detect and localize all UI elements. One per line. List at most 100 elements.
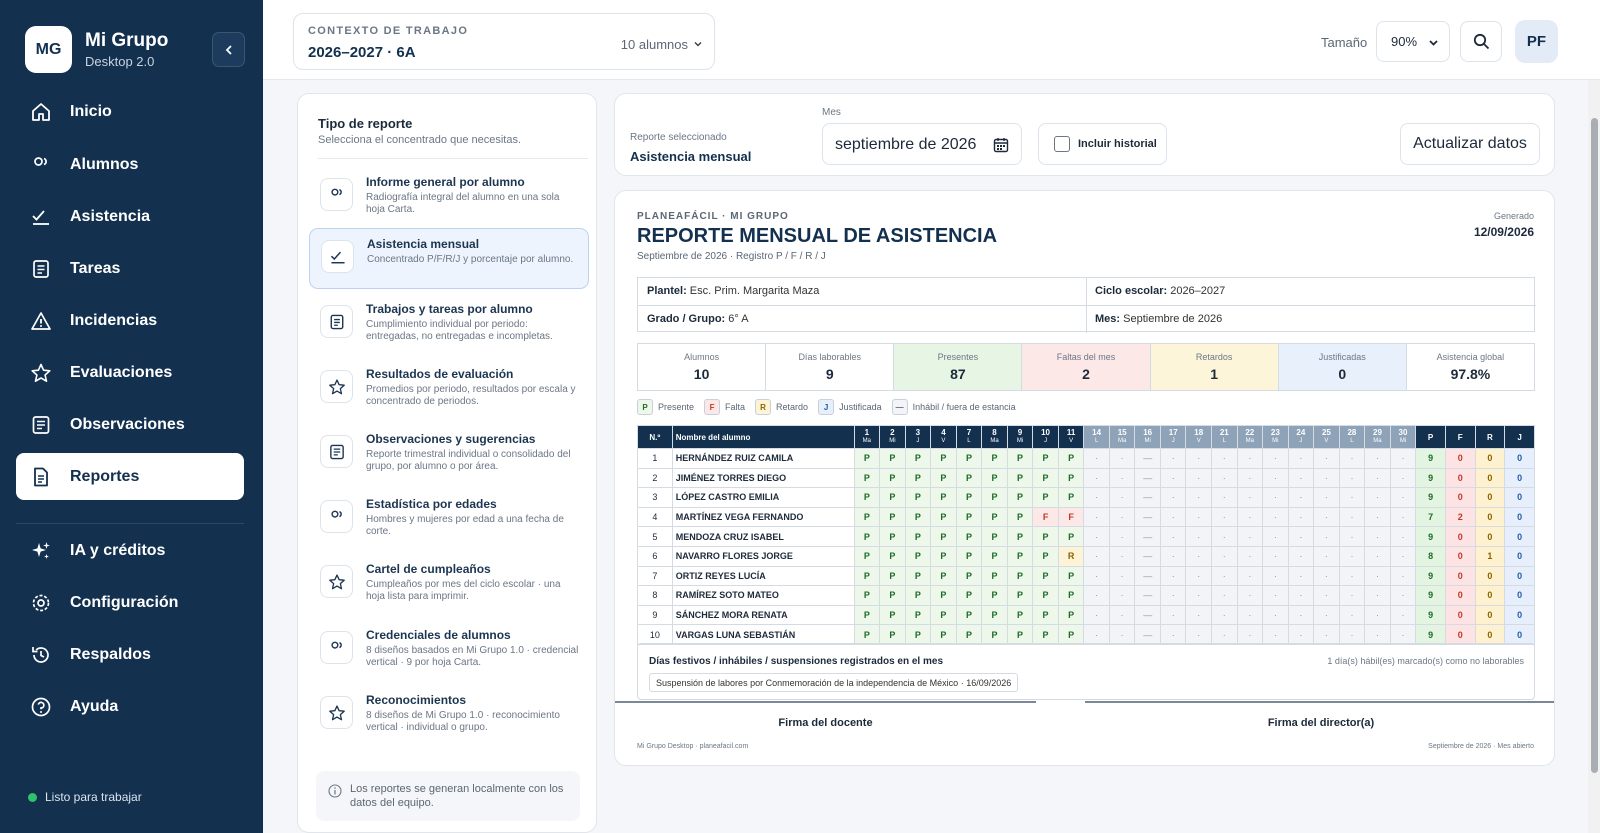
nav-item-1[interactable]: Alumnos xyxy=(16,141,244,188)
brand: MG Mi Grupo Desktop 2.0 xyxy=(25,26,168,73)
attendance-mark: P xyxy=(1006,624,1034,645)
legend-item: P Presente xyxy=(637,399,694,415)
home-icon xyxy=(32,102,50,121)
empty-mark: · xyxy=(1338,624,1366,645)
attendance-mark: P xyxy=(1057,487,1085,508)
student-name: VARGAS LUNA SEBASTIÁN xyxy=(671,624,855,645)
nav-item-4[interactable]: Incidencias xyxy=(16,297,244,344)
attendance-mark: P xyxy=(981,545,1008,567)
nav-label: Asistencia xyxy=(70,207,151,225)
attendance-mark: P xyxy=(930,565,957,587)
nav-item-3[interactable]: Tareas xyxy=(16,245,244,292)
nav-item-2[interactable]: Asistencia xyxy=(16,193,244,240)
report-types-panel: Tipo de reporte Selecciona el concentrad… xyxy=(297,93,597,833)
sum-header: F xyxy=(1444,425,1476,449)
nav-label: Incidencias xyxy=(70,311,158,329)
report-type-item[interactable]: Cartel de cumpleaños Cumpleaños por mes d… xyxy=(309,554,589,615)
app-logo: MG xyxy=(25,26,72,73)
attendance-mark: P xyxy=(955,565,983,587)
empty-mark: · xyxy=(1159,506,1187,528)
attendance-mark: P xyxy=(955,585,983,606)
month-value: septiembre de 2026 xyxy=(835,136,977,153)
nav-item-10[interactable]: Respaldos xyxy=(16,631,244,678)
sum-justified: 0 xyxy=(1504,624,1535,645)
table-row: 2 JIMÉNEZ TORRES DIEGO P P P P P P P P P · · — · · · · · · ·… xyxy=(637,467,1535,489)
check-list-icon xyxy=(32,209,49,225)
report-type-desc: Hombres y mujeres por edad a una fecha d… xyxy=(366,514,564,537)
search-icon xyxy=(1473,33,1489,50)
nav-item-6[interactable]: Observaciones xyxy=(16,401,244,448)
app-version: Desktop 2.0 xyxy=(85,54,155,69)
attendance-mark: P xyxy=(1057,448,1085,469)
search-button[interactable] xyxy=(1460,21,1502,62)
status-text: Listo para trabajar xyxy=(45,790,142,804)
report-type-item[interactable]: Observaciones y sugerencias Reporte trime… xyxy=(309,424,589,485)
empty-mark: · xyxy=(1287,585,1315,606)
table-row: 5 MENDOZA CRUZ ISABEL P P P P P P P P P · · — · · · · · · · ·… xyxy=(637,526,1535,547)
nav-item-11[interactable]: Ayuda xyxy=(16,683,244,730)
nav-item-0[interactable]: Inicio xyxy=(16,88,244,135)
attendance-mark: P xyxy=(930,506,957,528)
table-row: 1 HERNÁNDEZ RUIZ CAMILA P P P P P P P P P · · — · · · · · ·… xyxy=(637,448,1535,469)
legend-label: Retardo xyxy=(776,402,809,412)
empty-mark: · xyxy=(1108,565,1136,587)
day-header: 9 Mi xyxy=(1006,425,1034,449)
status-dot xyxy=(28,792,37,802)
attendance-mark: P xyxy=(1057,585,1085,606)
user-avatar[interactable]: PF xyxy=(1515,20,1558,63)
empty-mark: · xyxy=(1364,526,1391,547)
day-header: 14 L xyxy=(1083,425,1110,449)
empty-mark: · xyxy=(1262,604,1289,626)
divider xyxy=(318,158,588,159)
sum-late: 0 xyxy=(1474,487,1506,508)
empty-mark: · xyxy=(1364,604,1391,626)
report-type-item[interactable]: Informe general por alumno Radiografía in… xyxy=(309,167,589,228)
context-selector[interactable]: CONTEXTO DE TRABAJO 2026–2027 · 6A 10 al… xyxy=(293,13,715,70)
attendance-mark: P xyxy=(955,487,983,508)
row-number: 4 xyxy=(637,506,673,528)
attendance-mark: P xyxy=(1006,526,1034,547)
nav-divider xyxy=(16,523,244,524)
student-name: LÓPEZ CASTRO EMILIA xyxy=(671,487,855,508)
nav-item-8[interactable]: IA y créditos xyxy=(16,527,244,574)
checkbox-box[interactable] xyxy=(1054,136,1070,152)
empty-mark: · xyxy=(1236,545,1264,567)
empty-mark: · xyxy=(1185,585,1213,606)
report-type-item[interactable]: Reconocimientos 8 diseños de Mi Grupo 1.0… xyxy=(309,685,589,746)
report-type-item[interactable]: Asistencia mensual Concentrado P/F/R/J y … xyxy=(309,228,589,289)
attendance-mark: P xyxy=(1057,565,1085,587)
refresh-data-button[interactable]: Actualizar datos xyxy=(1400,123,1540,165)
month-input[interactable]: septiembre de 2026 xyxy=(822,123,1022,165)
empty-mark: · xyxy=(1262,506,1289,528)
attendance-mark: P xyxy=(904,585,932,606)
nav-label: Reportes xyxy=(70,467,140,485)
sum-header: J xyxy=(1504,425,1535,449)
collapse-sidebar-button[interactable] xyxy=(212,32,245,67)
include-history-checkbox[interactable]: Incluir historial xyxy=(1038,123,1167,165)
attendance-mark: P xyxy=(930,545,957,567)
nav-item-5[interactable]: Evaluaciones xyxy=(16,349,244,396)
nav-item-9[interactable]: Configuración xyxy=(16,579,244,626)
nav-label: Alumnos xyxy=(70,155,139,173)
report-type-item[interactable]: Resultados de evaluación Promedios por pe… xyxy=(309,359,589,420)
report-type-item[interactable]: Credenciales de alumnos 8 diseños basados… xyxy=(309,620,589,681)
attendance-mark: P xyxy=(1032,565,1059,587)
nav-label: Evaluaciones xyxy=(70,363,173,381)
report-type-icon xyxy=(320,305,353,338)
report-type-icon xyxy=(320,370,353,403)
nav-item-7[interactable]: Reportes xyxy=(16,453,244,500)
sum-late: 1 xyxy=(1474,545,1506,567)
report-icon xyxy=(34,467,48,486)
teacher-signature: Firma del docente xyxy=(615,701,1036,729)
report-type-item[interactable]: Trabajos y tareas por alumno Cumplimiento… xyxy=(309,294,589,355)
empty-mark: · xyxy=(1338,585,1366,606)
report-type-item[interactable]: Estadística por edades Hombres y mujeres … xyxy=(309,489,589,550)
report-info-grid: Plantel: Esc. Prim. Margarita Maza Ciclo… xyxy=(637,277,1536,333)
stat-label: Días laborables xyxy=(798,352,861,362)
star-icon xyxy=(31,363,51,382)
empty-mark: · xyxy=(1262,467,1289,489)
scrollbar-thumb[interactable] xyxy=(1591,118,1598,773)
sum-present: 7 xyxy=(1415,506,1446,528)
empty-mark: · xyxy=(1287,506,1315,528)
size-select[interactable]: 90% xyxy=(1376,21,1450,62)
